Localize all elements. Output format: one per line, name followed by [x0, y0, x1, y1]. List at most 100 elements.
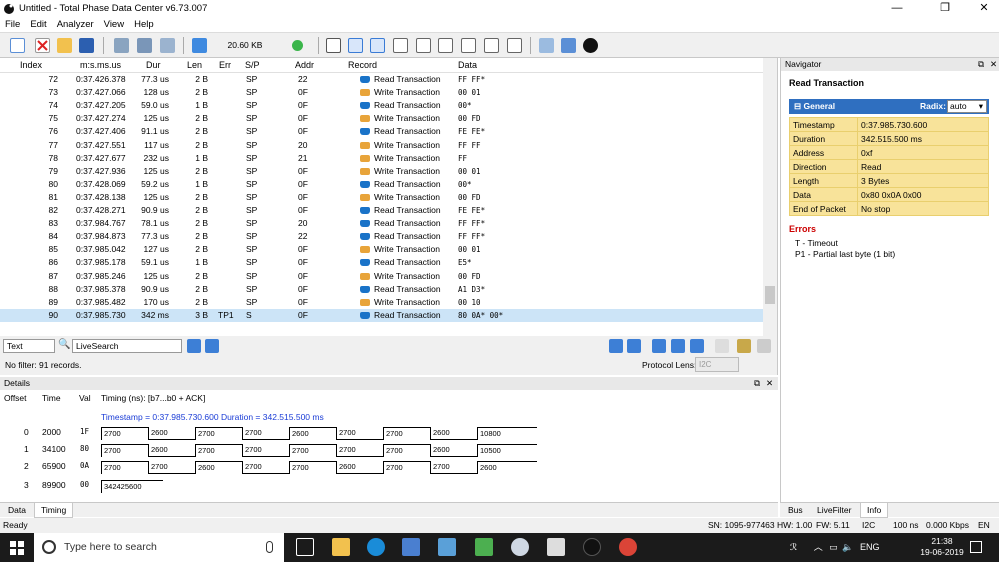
maximize-button[interactable]: ❐ [930, 0, 960, 17]
col-timestamp[interactable]: m:s.ms.us [80, 60, 121, 70]
general-section-header[interactable]: ⊟ General Radix: auto ▾ [789, 99, 989, 114]
move-down-icon[interactable] [690, 339, 704, 353]
table-row[interactable]: 72 0:37.426.378 77.3 us 2 B SP 22 Read Transac… [0, 73, 763, 86]
search-next-icon[interactable] [205, 339, 219, 353]
minimize-button[interactable]: — [882, 0, 912, 17]
table-row[interactable]: 86 0:37.985.178 59.1 us 1 B SP 0F Read Transac… [0, 256, 763, 269]
col-record[interactable]: Record [348, 60, 377, 70]
frequency-icon[interactable] [461, 38, 476, 53]
panel-view-icon[interactable] [370, 38, 385, 53]
windows-start-icon[interactable] [10, 541, 24, 555]
pin-icon[interactable] [757, 339, 771, 353]
table-row[interactable]: 81 0:37.428.138 125 us 2 B SP 0F Write Transac… [0, 191, 763, 204]
property-row[interactable]: Direction Read [789, 159, 989, 174]
scrollbar-thumb[interactable] [765, 286, 775, 304]
col-error[interactable]: Err [219, 60, 231, 70]
file-explorer-icon[interactable] [332, 538, 350, 556]
capture-icon[interactable] [192, 38, 207, 53]
network-icon[interactable]: ▭ [829, 542, 838, 552]
property-row[interactable]: Duration 342.515.500 ms [789, 131, 989, 146]
tray-expand-icon[interactable]: ︿ [814, 542, 823, 552]
filter-mode-select[interactable]: Text [3, 339, 55, 353]
task-view-icon[interactable] [296, 538, 314, 556]
col-duration[interactable]: Dur [146, 60, 161, 70]
table-row[interactable]: 82 0:37.428.271 90.9 us 2 B SP 0F Read Transac… [0, 204, 763, 217]
grid-view-icon[interactable] [348, 38, 363, 53]
table-row[interactable]: 89 0:37.985.482 170 us 2 B SP 0F Write Transac… [0, 296, 763, 309]
protocol-lens-select[interactable]: I2C [695, 357, 739, 372]
configure-icon[interactable] [137, 38, 152, 53]
volume-icon[interactable]: 🔈 [842, 542, 853, 552]
search-input[interactable]: LiveSearch [72, 339, 182, 353]
menu-file[interactable]: File [0, 19, 25, 30]
table-row[interactable]: 90 0:37.985.730 342 ms 3 B TP1 S 0F Read Transa… [0, 308, 763, 322]
table-row[interactable]: 74 0:37.427.205 59.0 us 1 B SP 0F Read Transac… [0, 99, 763, 112]
clock[interactable]: 21:38 19-06-2019 [920, 536, 964, 558]
device-icon[interactable] [114, 38, 129, 53]
timing-row[interactable]: 0 2000 1F 2700 2600 2700 2700 2600 2700 2700 2600 1… [0, 427, 778, 441]
table-row[interactable]: 75 0:37.427.274 125 us 2 B SP 0F Write Transac… [0, 112, 763, 125]
table-scrollbar[interactable] [763, 58, 777, 336]
table-row[interactable]: 77 0:37.427.551 117 us 2 B SP 20 Write Transac… [0, 139, 763, 152]
move-top-icon[interactable] [671, 339, 685, 353]
menu-help[interactable]: Help [129, 19, 159, 30]
menu-view[interactable]: View [99, 19, 129, 30]
notification-icon[interactable] [970, 541, 982, 553]
add-filter-icon[interactable] [609, 339, 623, 353]
filter-icon[interactable] [484, 38, 499, 53]
open-folder-icon[interactable] [57, 38, 72, 53]
chrome-icon[interactable] [619, 538, 637, 556]
data-center-taskbar-icon[interactable] [583, 538, 601, 556]
table-row[interactable]: 84 0:37.984.873 77.3 us 2 B SP 22 Read Transac… [0, 230, 763, 243]
skype-icon[interactable] [367, 538, 385, 556]
search-prev-icon[interactable] [187, 339, 201, 353]
move-up-icon[interactable] [652, 339, 666, 353]
microphone-icon[interactable] [266, 541, 273, 553]
remove-filter-icon[interactable] [627, 339, 641, 353]
timing-row[interactable]: 2 65900 0A 2700 2700 2600 2700 2700 2600 2700 2700… [0, 461, 778, 475]
tab-livefilter[interactable]: LiveFilter [811, 503, 857, 518]
menu-analyzer[interactable]: Analyzer [52, 19, 99, 30]
table-row[interactable]: 78 0:37.427.677 232 us 1 B SP 21 Write Transac… [0, 152, 763, 165]
timing-row[interactable]: 1 34100 80 2700 2600 2700 2700 2700 2700 2700 2600… [0, 444, 778, 458]
tab-data[interactable]: Data [2, 503, 32, 518]
image-view-icon[interactable] [438, 38, 453, 53]
close-file-icon[interactable] [35, 38, 50, 53]
waveform-icon[interactable] [507, 38, 522, 53]
float-icon[interactable]: ⧉ [754, 377, 760, 390]
timing-row[interactable]: 3 89900 00 342425600 [0, 480, 778, 494]
table-row[interactable]: 76 0:37.427.406 91.1 us 2 B SP 0F Read Transac… [0, 125, 763, 138]
settings-disabled-icon[interactable] [715, 339, 729, 353]
taskbar-search-input[interactable]: Type here to search [34, 533, 284, 562]
export-icon[interactable] [539, 38, 554, 53]
table-row[interactable]: 83 0:37.984.767 78.1 us 2 B SP 20 Read Transac… [0, 217, 763, 230]
tab-timing[interactable]: Timing [34, 503, 74, 518]
list-icon[interactable] [737, 339, 751, 353]
property-row[interactable]: End of Packet No stop [789, 201, 989, 216]
float-icon[interactable]: ⧉ [978, 58, 984, 71]
property-row[interactable]: Timestamp 0:37.985.730.600 [789, 117, 989, 132]
col-length[interactable]: Len [187, 60, 202, 70]
input-language[interactable]: ENG [860, 542, 880, 552]
new-file-icon[interactable] [10, 38, 25, 53]
table-row[interactable]: 87 0:37.985.246 125 us 2 B SP 0F Write Transac… [0, 270, 763, 283]
table-row[interactable]: 85 0:37.985.042 127 us 2 B SP 0F Write Transac… [0, 243, 763, 256]
col-address[interactable]: Addr [295, 60, 314, 70]
app-icon[interactable] [438, 538, 456, 556]
calculator-icon[interactable] [547, 538, 565, 556]
col-index[interactable]: Index [20, 60, 42, 70]
radix-select[interactable]: auto ▾ [947, 100, 987, 113]
property-row[interactable]: Address 0xf [789, 145, 989, 160]
col-data[interactable]: Data [458, 60, 477, 70]
list-view-icon[interactable] [393, 38, 408, 53]
people-icon[interactable]: ℛ [790, 542, 797, 552]
table-row[interactable]: 80 0:37.428.069 59.2 us 1 B SP 0F Read Transac… [0, 178, 763, 191]
terminal-view-icon[interactable] [326, 38, 341, 53]
tab-info[interactable]: Info [860, 503, 889, 518]
print-icon[interactable] [561, 38, 576, 53]
table-row[interactable]: 73 0:37.427.066 128 us 2 B SP 0F Write Transac… [0, 86, 763, 99]
play-icon[interactable] [416, 38, 431, 53]
save-icon[interactable] [79, 38, 94, 53]
col-sp[interactable]: S/P [245, 60, 260, 70]
settings-icon[interactable] [160, 38, 175, 53]
